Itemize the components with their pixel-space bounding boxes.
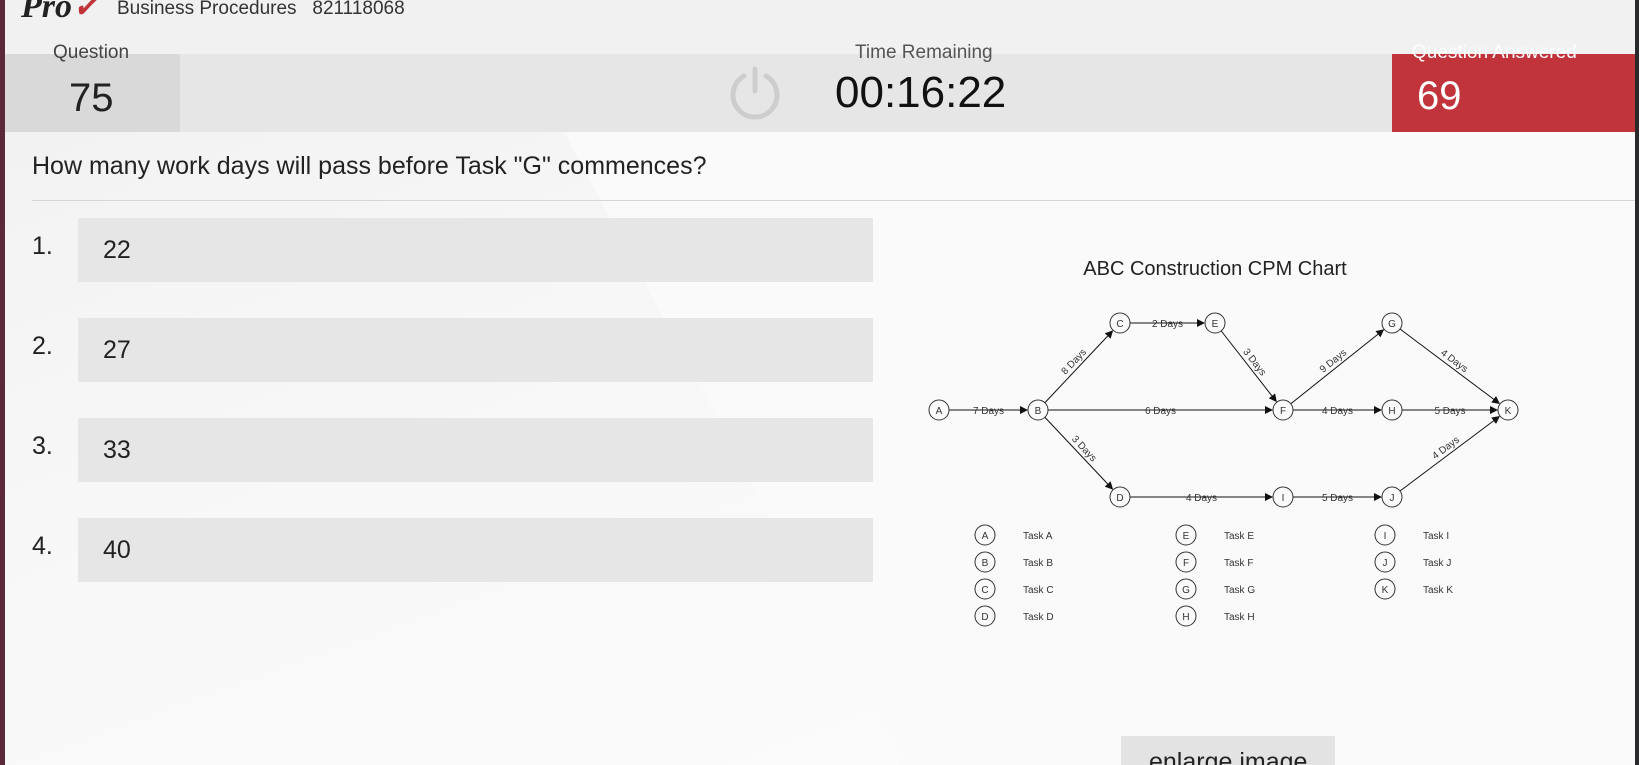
option-box[interactable]: 40 — [78, 518, 873, 582]
option-number: 1. — [32, 232, 53, 260]
legend-label: Task J — [1423, 558, 1451, 569]
legend-node-k-label: K — [1382, 585, 1389, 596]
legend-node-b-label: B — [982, 558, 989, 569]
legend-label: Task C — [1023, 585, 1054, 596]
exam-title: Business Procedures 821118068 — [117, 0, 405, 19]
edge-label: 5 Days — [1322, 493, 1353, 504]
edge-label: 7 Days — [973, 406, 1004, 417]
exam-window: Pro✓ Business Procedures 821118068 Quest… — [5, 0, 1635, 765]
legend-node-e-label: E — [1183, 531, 1190, 542]
answer-option-4[interactable]: 4. 40 — [5, 518, 875, 582]
node-c-label: C — [1116, 319, 1123, 330]
time-remaining: 00:16:22 — [835, 68, 1007, 117]
answer-option-1[interactable]: 1. 22 — [5, 218, 875, 282]
legend-node-c-label: C — [981, 585, 988, 596]
edge-J-K — [1399, 416, 1501, 492]
status-bar: Question 75 Time Remaining 00:16:22 Ques… — [5, 42, 1635, 132]
legend-node-f-label: F — [1183, 558, 1189, 569]
legend-label: Task B — [1023, 558, 1053, 569]
legend-node-h-label: H — [1182, 612, 1189, 623]
option-box[interactable]: 33 — [78, 418, 873, 482]
question-label: Question — [53, 42, 130, 63]
legend-node-i-label: I — [1384, 531, 1387, 542]
option-number: 2. — [32, 332, 53, 360]
node-e-label: E — [1212, 319, 1219, 330]
node-a-label: A — [936, 406, 943, 417]
power-icon — [730, 66, 780, 120]
answered-label: Question Answered — [1412, 42, 1577, 63]
legend-node-j-label: J — [1383, 558, 1388, 569]
edge-B-D — [1044, 416, 1114, 490]
diagram-title: ABC Construction CPM Chart — [1083, 258, 1347, 280]
option-text: 27 — [103, 336, 131, 364]
edge-label: 4 Days — [1322, 406, 1353, 417]
legend-label: Task F — [1224, 558, 1253, 569]
legend-node-a-label: A — [982, 531, 989, 542]
cpm-diagram: ABC Construction CPM Chart 7 Days 8 Days 6… — [928, 258, 1519, 627]
legend-node-d-label: D — [981, 612, 988, 623]
legend-label: Task D — [1023, 612, 1054, 623]
node-j-label: J — [1390, 493, 1395, 504]
node-i-label: I — [1282, 493, 1285, 504]
questions-answered-panel: Question Answered 69 — [1392, 42, 1635, 132]
divider — [32, 200, 1635, 201]
edge-E-F — [1220, 330, 1277, 403]
window-edge — [0, 0, 5, 765]
edge-label: 6 Days — [1145, 406, 1176, 417]
question-number: 75 — [69, 76, 114, 120]
checkmark-icon: ✓ — [72, 0, 101, 25]
node-b-label: B — [1035, 406, 1042, 417]
edge-F-G — [1290, 329, 1385, 405]
edge-label: 2 Days — [1152, 319, 1183, 330]
option-text: 22 — [103, 236, 131, 264]
node-k-label: K — [1505, 406, 1512, 417]
question-text: How many work days will pass before Task… — [32, 152, 707, 180]
legend-node-g-label: G — [1182, 585, 1190, 596]
edge-label: 3 Days — [1069, 434, 1098, 464]
edge-label: 8 Days — [1060, 347, 1089, 377]
answered-count: 69 — [1417, 74, 1462, 118]
legend-label: Task A — [1023, 531, 1053, 542]
edge-G-K — [1399, 328, 1501, 404]
node-d-label: D — [1116, 493, 1123, 504]
option-number: 3. — [32, 432, 53, 460]
node-h-label: H — [1388, 406, 1395, 417]
enlarge-image-label: enlarge image — [1149, 748, 1308, 765]
question-number-panel: Question 75 — [5, 42, 180, 132]
logo: Pro✓ — [21, 0, 101, 26]
edge-B-C — [1044, 330, 1114, 404]
option-box[interactable]: 22 — [78, 218, 873, 282]
time-remaining-label: Time Remaining — [855, 42, 993, 63]
option-box[interactable]: 27 — [78, 318, 873, 382]
legend-label: Task H — [1224, 612, 1255, 623]
legend-label: Task I — [1423, 531, 1449, 542]
option-text: 33 — [103, 436, 131, 464]
node-f-label: F — [1280, 406, 1286, 417]
legend-label: Task G — [1224, 585, 1255, 596]
top-bar: Pro✓ Business Procedures 821118068 — [5, 0, 1635, 54]
node-g-label: G — [1388, 319, 1396, 330]
edge-label: 4 Days — [1186, 493, 1217, 504]
legend-label: Task E — [1224, 531, 1254, 542]
answer-option-2[interactable]: 2. 27 — [5, 318, 875, 382]
legend-label: Task K — [1423, 585, 1453, 596]
edge-label: 5 Days — [1434, 406, 1465, 417]
enlarge-image-button[interactable]: enlarge image — [1121, 736, 1335, 765]
option-text: 40 — [103, 536, 131, 564]
answer-option-3[interactable]: 3. 33 — [5, 418, 875, 482]
option-number: 4. — [32, 532, 53, 560]
